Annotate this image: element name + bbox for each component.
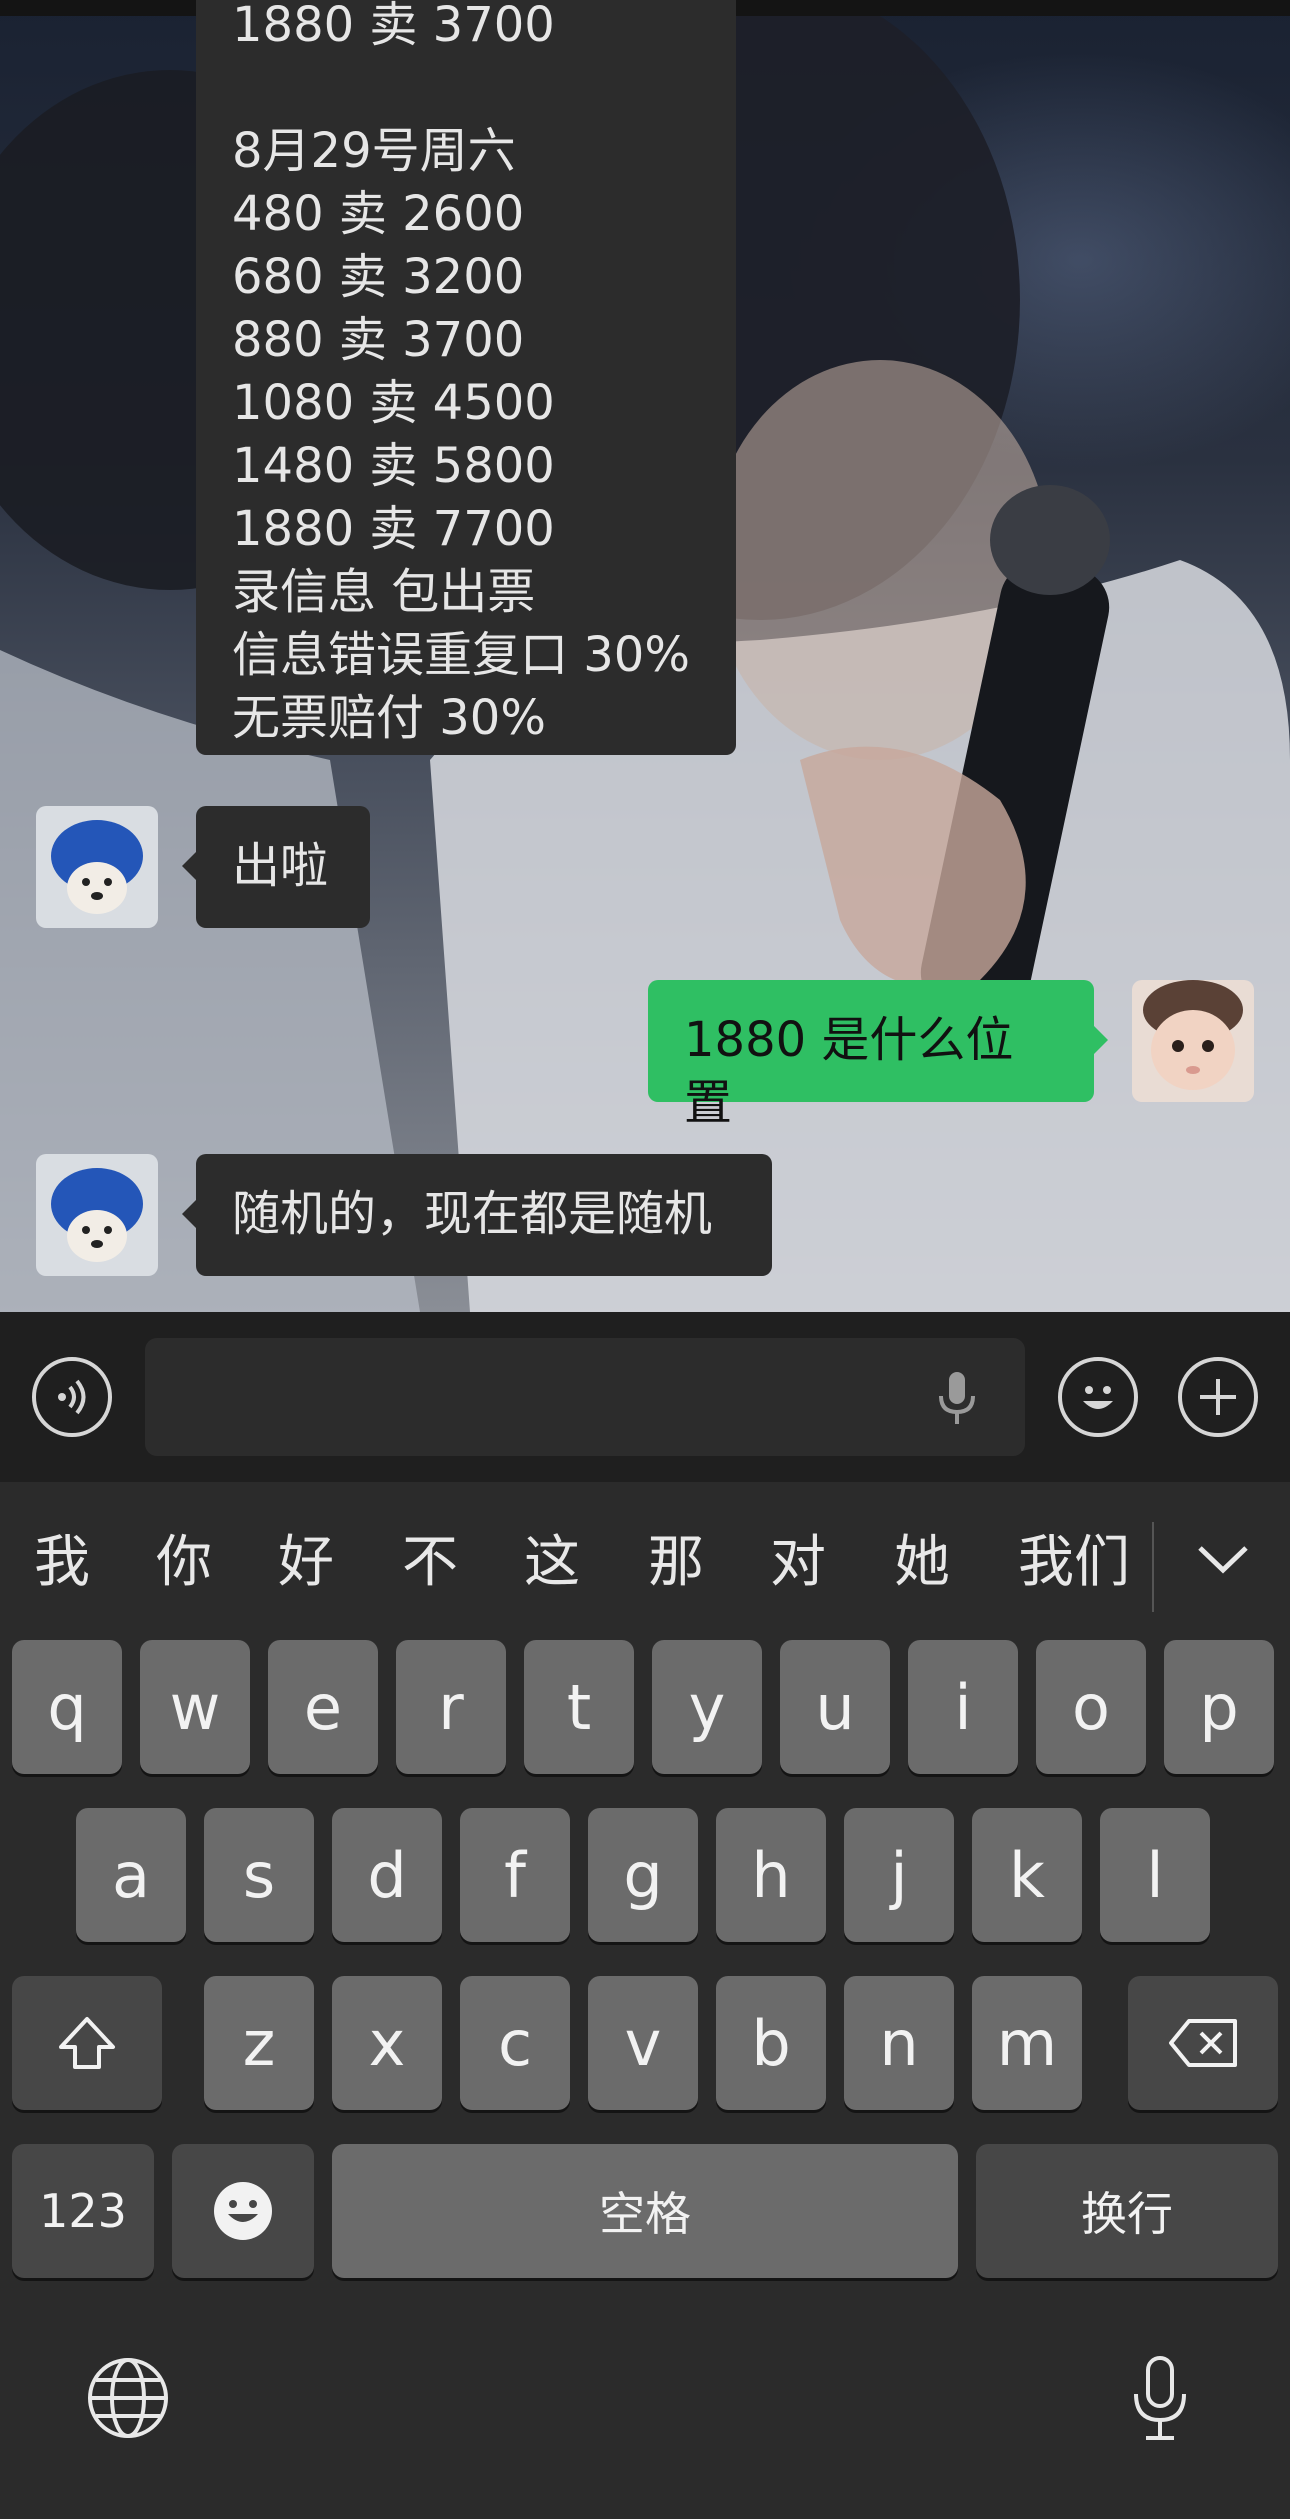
price-line: 1480 卖 5800 xyxy=(232,438,555,494)
dictation-icon[interactable] xyxy=(1130,2354,1190,2448)
key-r[interactable]: r xyxy=(396,1640,506,1774)
candidate-word[interactable]: 这 xyxy=(524,1528,580,1598)
key-k[interactable]: k xyxy=(972,1808,1082,1942)
candidate-word[interactable]: 好 xyxy=(278,1528,334,1598)
globe-icon[interactable] xyxy=(86,2356,170,2444)
price-line: 8月29号周六 xyxy=(232,123,516,179)
candidate-word[interactable]: 你 xyxy=(156,1528,212,1598)
price-list-partial-top: 1880 卖 3700 xyxy=(232,0,555,53)
microphone-icon[interactable] xyxy=(937,1370,977,1430)
emoji-key[interactable] xyxy=(172,2144,314,2278)
key-v[interactable]: v xyxy=(588,1976,698,2110)
candidate-word[interactable]: 我 xyxy=(34,1528,90,1598)
candidate-word[interactable]: 那 xyxy=(648,1528,704,1598)
key-l[interactable]: l xyxy=(1100,1808,1210,1942)
key-u[interactable]: u xyxy=(780,1640,890,1774)
key-s[interactable]: s xyxy=(204,1808,314,1942)
key-b[interactable]: b xyxy=(716,1976,826,2110)
shift-key[interactable] xyxy=(12,1976,162,2110)
price-line: 1080 卖 4500 xyxy=(232,375,555,431)
input-bar xyxy=(0,1312,1290,1482)
numbers-key[interactable]: 123 xyxy=(12,2144,154,2278)
key-d[interactable]: d xyxy=(332,1808,442,1942)
key-q[interactable]: q xyxy=(12,1640,122,1774)
key-g[interactable]: g xyxy=(588,1808,698,1942)
key-c[interactable]: c xyxy=(460,1976,570,2110)
price-line: 480 卖 2600 xyxy=(232,186,525,242)
keyboard: 我 你 好 不 这 那 对 她 我们 q w e r t y u i o p a… xyxy=(0,1482,1290,2519)
candidate-word[interactable]: 她 xyxy=(894,1528,950,1598)
price-line: 680 卖 3200 xyxy=(232,249,525,305)
price-line: 880 卖 3700 xyxy=(232,312,525,368)
bubble-tail xyxy=(182,852,196,880)
chevron-down-icon[interactable] xyxy=(1196,1540,1250,1584)
key-i[interactable]: i xyxy=(908,1640,1018,1774)
price-list-bubble[interactable]: 1880 卖 3700 8月29号周六 480 卖 2600 680 卖 320… xyxy=(196,0,736,755)
key-f[interactable]: f xyxy=(460,1808,570,1942)
space-key[interactable]: 空格 xyxy=(332,2144,958,2278)
chat-background: 1880 卖 3700 8月29号周六 480 卖 2600 680 卖 320… xyxy=(0,0,1290,1312)
message-text: 随机的，现在都是随机 xyxy=(232,1186,713,1242)
key-n[interactable]: n xyxy=(844,1976,954,2110)
key-y[interactable]: y xyxy=(652,1640,762,1774)
backspace-key[interactable] xyxy=(1128,1976,1278,2110)
backspace-icon xyxy=(1169,2019,1237,2067)
price-line: 1880 卖 7700 xyxy=(232,501,555,557)
key-p[interactable]: p xyxy=(1164,1640,1274,1774)
return-key[interactable]: 换行 xyxy=(976,2144,1278,2278)
emoji-keyboard-icon xyxy=(214,2182,272,2240)
emoji-icon[interactable] xyxy=(1058,1357,1138,1437)
key-e[interactable]: e xyxy=(268,1640,378,1774)
price-line: 无票赔付 30% xyxy=(232,690,546,746)
key-x[interactable]: x xyxy=(332,1976,442,2110)
message-bubble-sent[interactable]: 1880 是什么位置 xyxy=(648,980,1094,1131)
key-a[interactable]: a xyxy=(76,1808,186,1942)
my-avatar[interactable] xyxy=(1132,980,1254,1102)
plus-icon[interactable] xyxy=(1178,1357,1258,1437)
candidate-divider xyxy=(1152,1522,1154,1612)
price-line: 信息错误重复口 30% xyxy=(232,627,690,683)
message-text: 出啦 xyxy=(232,838,329,894)
shift-icon xyxy=(59,2017,115,2069)
key-w[interactable]: w xyxy=(140,1640,250,1774)
sender-avatar[interactable] xyxy=(36,1154,158,1276)
key-j[interactable]: j xyxy=(844,1808,954,1942)
key-m[interactable]: m xyxy=(972,1976,1082,2110)
message-bubble-received[interactable]: 出啦 xyxy=(196,806,370,928)
voice-mode-icon[interactable] xyxy=(32,1357,112,1437)
price-line: 录信息 包出票 xyxy=(232,564,536,620)
key-z[interactable]: z xyxy=(204,1976,314,2110)
message-input[interactable] xyxy=(145,1338,1025,1456)
sender-avatar[interactable] xyxy=(36,806,158,928)
bubble-tail xyxy=(182,1200,196,1228)
candidate-word[interactable]: 我们 xyxy=(1018,1528,1130,1598)
message-bubble-received[interactable]: 随机的，现在都是随机 xyxy=(196,1154,772,1276)
key-o[interactable]: o xyxy=(1036,1640,1146,1774)
key-t[interactable]: t xyxy=(524,1640,634,1774)
candidate-bar: 我 你 好 不 这 那 对 她 我们 xyxy=(0,1482,1290,1642)
key-h[interactable]: h xyxy=(716,1808,826,1942)
candidate-word[interactable]: 不 xyxy=(402,1528,458,1598)
bubble-tail xyxy=(1094,1026,1108,1054)
candidate-word[interactable]: 对 xyxy=(770,1528,826,1598)
